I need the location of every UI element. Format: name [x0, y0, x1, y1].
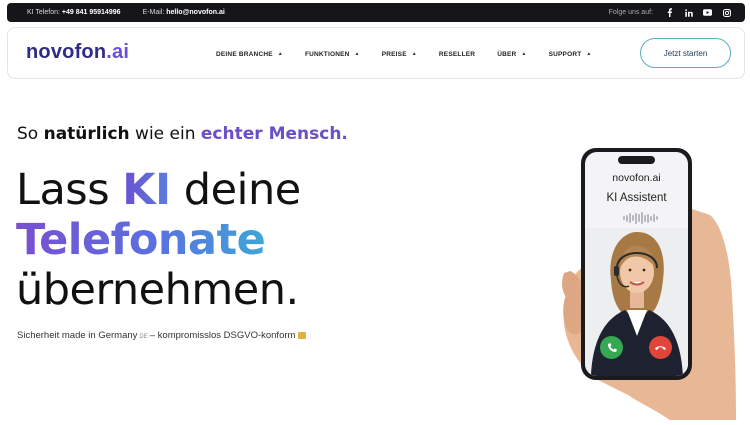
- audio-waveform-icon: [623, 212, 658, 224]
- nav-item-label: SUPPORT: [548, 50, 582, 58]
- phone-contact[interactable]: KI Telefon: +49 841 95914996: [27, 9, 121, 16]
- hero-headline: Lass KI deine Telefonate übernehmen.: [16, 165, 301, 315]
- nav-item-reseller[interactable]: RESELLER: [439, 51, 475, 58]
- chevron-down-icon: ▲: [411, 51, 417, 57]
- start-now-button[interactable]: Jetzt starten: [640, 38, 731, 68]
- tagline-pre: So: [17, 124, 44, 144]
- headline-line2: Telefonate: [16, 215, 266, 265]
- nav-item-label: ÜBER: [497, 50, 517, 58]
- accept-call-button[interactable]: [600, 336, 623, 359]
- headline-line3: übernehmen.: [16, 265, 299, 315]
- email-address[interactable]: hello@novofon.ai: [166, 9, 225, 16]
- lock-icon: [298, 332, 307, 339]
- linkedin-icon[interactable]: [684, 8, 693, 17]
- logo[interactable]: novofon.ai: [26, 41, 129, 64]
- nav-item-label: FUNKTIONEN: [304, 50, 350, 58]
- phone-screen: novofon.ai KI Assistent: [585, 152, 688, 376]
- youtube-icon[interactable]: [703, 8, 712, 17]
- follow-label: Folge uns auf:: [608, 9, 653, 16]
- tagline-accent: echter Mensch.: [200, 124, 348, 144]
- facebook-icon[interactable]: [665, 8, 674, 17]
- nav-item-label: RESELLER: [438, 50, 476, 58]
- nav-item-label: PREISE: [381, 50, 407, 58]
- nav-item-ueber[interactable]: ÜBER ▲: [497, 51, 526, 58]
- phone-label: KI Telefon:: [27, 9, 60, 16]
- email-contact[interactable]: E-Mail: hello@novofon.ai: [143, 9, 225, 16]
- site-header: novofon.ai DEINE BRANCHE ▲ FUNKTIONEN ▲ PR…: [7, 27, 745, 79]
- phone-title: KI Assistent: [606, 192, 667, 204]
- nav-item-support[interactable]: SUPPORT ▲: [549, 51, 592, 58]
- logo-main: novofon: [26, 41, 107, 63]
- hero-subline: Sicherheit made in Germany DE – kompromiss…: [17, 330, 307, 341]
- phone-number[interactable]: +49 841 95914996: [62, 9, 121, 16]
- germany-flag-label: DE: [139, 334, 148, 340]
- phone-icon: [607, 342, 617, 352]
- phone-mockup: novofon.ai KI Assistent: [581, 148, 692, 380]
- subline-pre: Sicherheit made in Germany: [17, 330, 138, 341]
- assistant-avatar: [585, 228, 688, 376]
- tagline-bold: natürlich: [43, 124, 130, 144]
- headline-line1-pre: Lass: [16, 165, 123, 215]
- hang-up-icon: [655, 346, 666, 350]
- nav-item-label: DEINE BRANCHE: [216, 50, 273, 58]
- headline-line1-post: deine: [170, 165, 301, 215]
- phone-brand: novofon.ai: [612, 172, 661, 184]
- nav-item-funktionen[interactable]: FUNKTIONEN ▲: [305, 51, 360, 58]
- decline-call-button[interactable]: [649, 336, 672, 359]
- chevron-down-icon: ▲: [277, 51, 283, 57]
- headline-accent: KI: [122, 165, 171, 215]
- chevron-down-icon: ▲: [521, 51, 527, 57]
- nav-item-preise[interactable]: PREISE ▲: [382, 51, 417, 58]
- tagline-mid: wie ein: [129, 124, 201, 144]
- subline-post: – kompromisslos DSGVO-konform: [149, 330, 296, 341]
- main-nav: DEINE BRANCHE ▲ FUNKTIONEN ▲ PREISE ▲ RESEL…: [216, 28, 592, 80]
- instagram-icon[interactable]: [722, 8, 731, 17]
- nav-item-branche[interactable]: DEINE BRANCHE ▲: [216, 51, 283, 58]
- email-label: E-Mail:: [142, 9, 165, 16]
- chevron-down-icon: ▲: [354, 51, 360, 57]
- logo-suffix: .ai: [106, 41, 130, 63]
- top-bar: KI Telefon: +49 841 95914996 E-Mail: hel…: [7, 3, 745, 22]
- chevron-down-icon: ▲: [586, 51, 592, 57]
- hero-tagline: So natürlich wie ein echter Mensch.: [17, 124, 348, 144]
- phone-notch: [618, 156, 655, 164]
